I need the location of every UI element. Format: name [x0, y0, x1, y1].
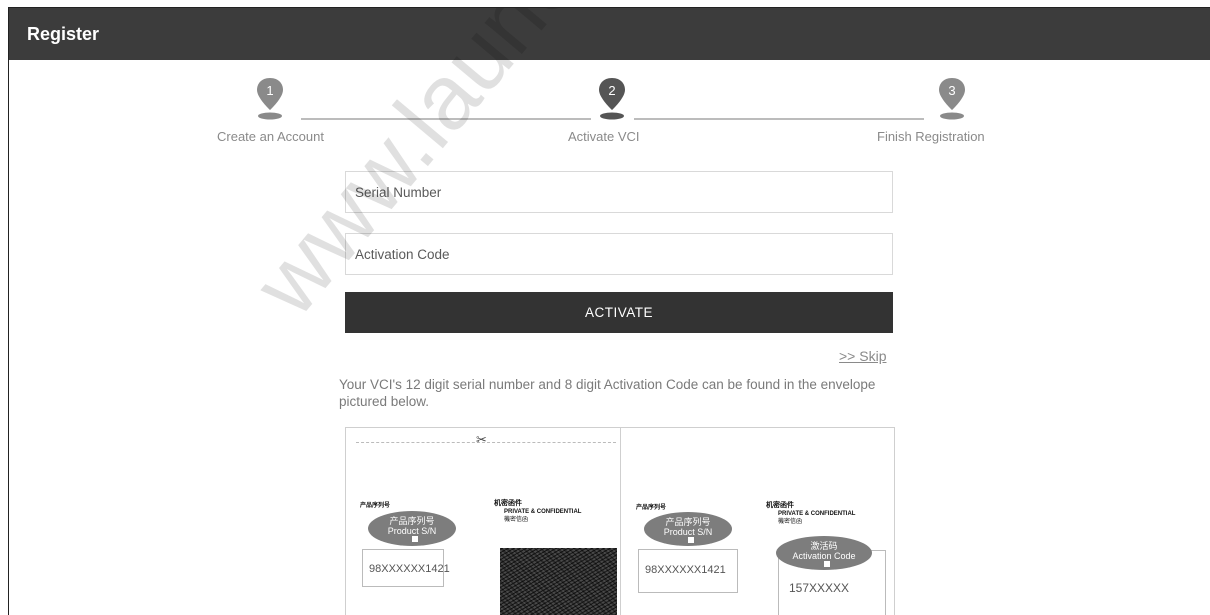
step-connector-1 — [301, 118, 591, 120]
activation-code-value: 157XXXXX — [789, 581, 850, 595]
product-sn-caption: 产品序列号 — [360, 503, 391, 509]
location-pin-icon: 1 — [257, 78, 283, 120]
confidential-cn: 机密函件 — [766, 502, 794, 509]
location-pin-icon: 3 — [939, 78, 965, 120]
header-bar: Register — [9, 8, 1210, 60]
confidential-en: PRIVATE & CONFIDENTIAL — [778, 511, 856, 517]
serial-box: 98XXXXXX1421 — [362, 549, 450, 587]
location-pin-icon: 2 — [599, 78, 625, 120]
confidential-sub: 機密信函 — [778, 519, 803, 525]
product-sn-caption: 产品序列号 — [636, 505, 667, 511]
step-3-label: Finish Registration — [877, 129, 985, 144]
bubble-cn-text: 产品序列号 — [665, 517, 711, 527]
serial-box: 98XXXXXX1421 — [638, 549, 738, 593]
step-connector-2 — [634, 118, 924, 120]
svg-text:2: 2 — [608, 83, 615, 98]
activate-button[interactable]: ACTIVATE — [345, 292, 893, 333]
info-text: Your VCI's 12 digit serial number and 8 … — [339, 377, 876, 409]
skip-link[interactable]: >> Skip — [839, 348, 886, 364]
scissors-icon: ✂ — [476, 432, 487, 447]
svg-text:3: 3 — [948, 83, 955, 98]
product-sn-bubble: 产品序列号 Product S/N — [644, 512, 732, 546]
step-2-label: Activate VCI — [568, 129, 640, 144]
bubble-cn-text: 产品序列号 — [389, 516, 435, 526]
page-title: Register — [27, 24, 100, 44]
product-sn-bubble: 产品序列号 Product S/N — [368, 511, 456, 546]
activation-code-input[interactable] — [345, 233, 893, 275]
bubble-en-text: Product S/N — [387, 526, 437, 536]
svg-text:1: 1 — [266, 83, 273, 98]
confidential-sub: 機密信函 — [504, 517, 529, 523]
envelope-divider — [620, 428, 621, 615]
envelope-illustration: ✂ 产品序列号 产品序列号 Product S/N 98XXXXXX1421 机… — [345, 427, 895, 615]
bubble-en-text: Product S/N — [663, 527, 713, 537]
bubble-cn-text: 激活码 — [810, 541, 838, 551]
confidential-en: PRIVATE & CONFIDENTIAL — [504, 509, 582, 515]
bubble-en-text: Activation Code — [792, 551, 856, 561]
step-1-label: Create an Account — [217, 129, 324, 144]
scratch-panel — [500, 548, 617, 615]
serial-number-input[interactable] — [345, 171, 893, 213]
register-window: Register 1 Create an Account 2 Activate … — [8, 7, 1210, 615]
confidential-cn: 机密函件 — [494, 500, 522, 507]
activation-code-bubble: 激活码 Activation Code — [776, 536, 872, 570]
